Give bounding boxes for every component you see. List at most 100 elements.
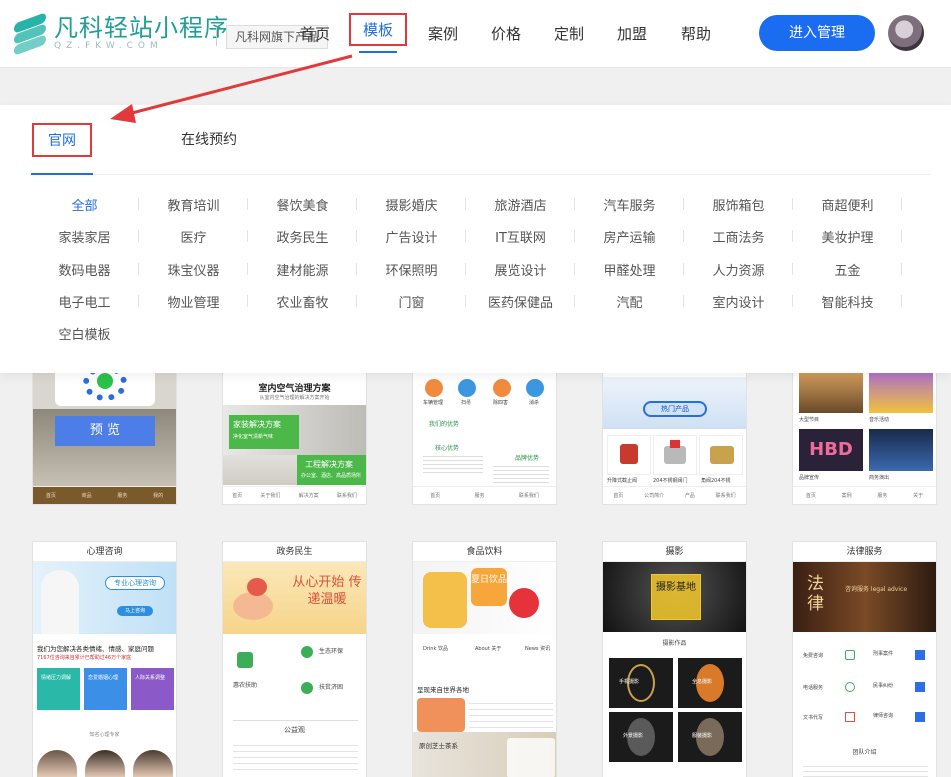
service-tile: 人际关系调整 [131,668,174,710]
category-label: 珠宝仪器 [167,263,220,279]
brand-logo[interactable]: 凡科轻站小程序 QZ.FKW.COM [14,12,229,56]
category-label: 餐饮美食 [276,199,329,214]
category-item[interactable]: 物业管理 [139,292,248,311]
category-item[interactable]: 门窗 [357,292,466,311]
solution-tile: 工程解决方案 办公室、酒店、高品质场所 [297,455,366,485]
category-label: 建材能源 [276,263,329,279]
category-label: 电子电工 [58,295,111,311]
category-label: 环保照明 [385,263,438,279]
category-item[interactable]: 医疗 [139,227,248,246]
solution-tile: 家装解决方案 净化室气清新气味 [229,415,299,449]
template-card[interactable]: 大型节目 音乐活动 HBD 品牌宣传 商务演出 首页 案例 服务 关于 [792,360,937,505]
card-title: 食品饮料 [413,542,556,562]
category-label: 摄影婚庆 [385,199,438,214]
category-item[interactable]: 人力资源 [684,260,793,279]
category-label: 房产运输 [603,231,656,247]
nav-custom[interactable]: 定制 [554,23,584,44]
category-item[interactable]: 汽配 [575,292,684,311]
category-item[interactable]: 摄影婚庆 [357,195,466,214]
hero-banner: 专业心理咨询 马上咨询 [33,562,176,634]
hot-products-button[interactable]: 热门产品 [643,401,707,417]
section-title: 我们的优势 [429,421,460,428]
nav-pricing[interactable]: 价格 [491,23,521,44]
event-photo [869,429,933,471]
nav-home[interactable]: 首页 [300,23,330,44]
template-card[interactable]: 车辆管理 扫帚 除四害 消杀 我们的优势 核心优势 品牌优势 首页 服务 联系我们 [412,360,557,505]
category-item[interactable]: 珠宝仪器 [139,260,248,279]
category-label: 全部 [71,199,98,214]
category-item[interactable]: 全部 [30,195,139,214]
category-label: 医药保健品 [487,295,553,311]
category-item[interactable]: IT互联网 [466,227,575,246]
nav-cases[interactable]: 案例 [428,23,458,44]
hero-banner: 夏日饮品 [413,562,556,634]
category-label: 工商法务 [712,231,765,247]
panel-tabs: 官网 在线预约 [30,119,930,175]
category-item[interactable]: 服饰箱包 [684,195,793,214]
template-card-photography[interactable]: 摄影 摄影基地 摄影作品 手机摄影 全息摄影 外景摄影 服装摄影 [602,541,747,777]
category-item[interactable]: 智能科技 [793,292,902,311]
category-label: 智能科技 [821,295,874,311]
template-card-legal[interactable]: 法律服务 法律 咨询服务 legal advice 免费咨询 刑事案件 电话服务… [792,541,937,777]
card-headline: 呈现来自世界各地 [417,686,469,694]
photo-tile: 手机摄影 [609,658,673,708]
category-item[interactable]: 餐饮美食 [248,195,357,214]
category-item[interactable]: 数码电器 [30,260,139,279]
template-card[interactable]: 热门产品 升降式截止阀 204不锈钢阀门 角阀204不锈 首页 公司简介 产品 联系我… [602,360,747,505]
nav-help[interactable]: 帮助 [681,23,711,44]
category-item[interactable]: 房产运输 [575,227,684,246]
template-card[interactable]: 室内空气治理方案 从室内空气治理的解决方案开始 家装解决方案 净化室气清新气味 … [222,360,367,505]
category-item[interactable]: 五金 [793,260,902,279]
nav-templates[interactable]: 模板 [349,13,408,53]
nav-active-underline [359,51,398,53]
category-item[interactable]: 电子电工 [30,292,139,311]
category-item[interactable]: 建材能源 [248,260,357,279]
template-card-government[interactable]: 政务民生 从心开始 传递温暖 生态环保 惠农扶助 扶贫济困 公益观 [222,541,367,777]
category-item[interactable]: 商超便利 [793,195,902,214]
top-header: 凡科轻站小程序 QZ.FKW.COM 凡科网旗下产品 首页 模板 案例 价格 定… [0,0,951,68]
user-avatar[interactable] [888,15,924,51]
category-item[interactable]: 旅游酒店 [466,195,575,214]
category-item[interactable]: 美妆护理 [793,227,902,246]
category-item[interactable]: 展览设计 [466,260,575,279]
logo-divider [216,28,217,46]
tab-official-site-label: 官网 [48,133,76,149]
category-item[interactable]: 家装家居 [30,227,139,246]
category-item[interactable]: 室内设计 [684,292,793,311]
category-item[interactable]: 广告设计 [357,227,466,246]
enter-management-button[interactable]: 进入管理 [759,15,875,51]
card-title: 法律服务 [793,542,936,562]
category-item[interactable]: 环保照明 [357,260,466,279]
template-card-food[interactable]: 食品饮料 夏日饮品 Drink 饮品 About 关于 News 资讯 呈现来自… [412,541,557,777]
category-item[interactable]: 教育培训 [139,195,248,214]
category-divider [901,262,902,275]
category-label: 汽配 [616,295,643,311]
template-card[interactable]: 预 览 首页 商品 服务 我的 [32,360,177,505]
category-item[interactable]: 政务民生 [248,227,357,246]
category-label: 空白模板 [58,328,111,344]
category-label: 旅游酒店 [494,199,547,214]
event-photo [799,369,863,413]
category-item[interactable]: 甲醛处理 [575,260,684,279]
tab-online-booking[interactable]: 在线预约 [181,129,237,149]
service-tile: 恋爱婚姻心理 [84,668,127,710]
category-item[interactable]: 空白模板 [30,324,139,343]
category-item[interactable]: 工商法务 [684,227,793,246]
category-label: 室内设计 [712,295,765,311]
category-item[interactable]: 汽车服务 [575,195,684,214]
category-label: 服饰箱包 [712,199,765,214]
preview-button[interactable]: 预 览 [55,416,155,446]
tab-official-site[interactable]: 官网 [31,123,93,175]
category-item[interactable]: 农业畜牧 [248,292,357,311]
category-label: 美妆护理 [821,231,874,247]
category-divider [901,198,902,210]
category-label: 商超便利 [821,199,874,214]
category-label: 农业畜牧 [276,295,329,311]
nav-franchise[interactable]: 加盟 [617,23,647,44]
card-title: 政务民生 [223,542,366,562]
category-label: 汽车服务 [603,199,656,214]
category-item[interactable]: 医药保健品 [466,292,575,311]
template-card-psychology[interactable]: 心理咨询 专业心理咨询 马上咨询 我们为您解决各类情绪、情感、家庭问题 7167… [32,541,177,777]
card-tabbar: 首页 商品 服务 我的 [33,486,176,504]
category-label: 展览设计 [494,263,547,279]
